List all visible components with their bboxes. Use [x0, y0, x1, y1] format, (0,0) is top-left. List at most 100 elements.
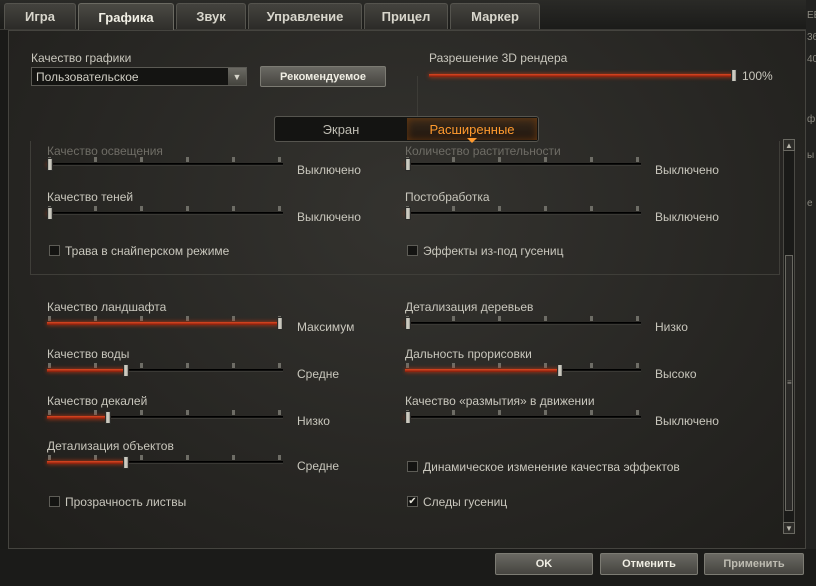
slider-fill	[47, 322, 280, 325]
subtab-screen[interactable]: Экран	[276, 118, 406, 140]
slider-tick	[48, 316, 51, 321]
slider-tick	[452, 316, 455, 321]
track-marks-label: Следы гусениц	[423, 495, 508, 509]
foliage-transparency-checkbox[interactable]	[49, 496, 60, 507]
slider-tick	[278, 363, 281, 368]
slider-thumb[interactable]	[405, 411, 411, 424]
slider-thumb[interactable]	[557, 364, 563, 377]
tab-marker[interactable]: Маркер	[450, 3, 540, 29]
vegetation-amount-slider[interactable]	[405, 157, 641, 171]
graphics-quality-select[interactable]: Пользовательское ▼	[31, 67, 247, 86]
slider-thumb[interactable]	[123, 364, 129, 377]
grass-sniper-checkbox[interactable]	[49, 245, 60, 256]
track-effects-label: Эффекты из-под гусениц	[423, 244, 564, 258]
vegetation-amount-label: Количество растительности	[405, 144, 561, 158]
slider-thumb[interactable]	[47, 207, 53, 220]
water-quality-value: Средне	[297, 367, 340, 381]
slider-tick	[278, 206, 281, 211]
slider-thumb[interactable]	[405, 207, 411, 220]
vegetation-amount-value: Выключено	[655, 163, 719, 177]
ok-button[interactable]: OK	[495, 553, 593, 575]
slider-tick	[186, 206, 189, 211]
grass-sniper-label: Трава в снайперском режиме	[65, 244, 230, 258]
tab-sound[interactable]: Звук	[176, 3, 246, 29]
water-quality-slider[interactable]	[47, 363, 283, 377]
slider-thumb[interactable]	[405, 317, 411, 330]
slider-thumb[interactable]	[731, 69, 737, 82]
slider-tick	[590, 363, 593, 368]
subtab-advanced[interactable]: Расширенные	[407, 118, 537, 140]
graphics-settings-panel: Качество графики Пользовательское ▼ Реко…	[8, 30, 806, 549]
shadow-quality-slider[interactable]	[47, 206, 283, 220]
tree-detail-slider[interactable]	[405, 316, 641, 330]
terrain-quality-value: Максимум	[297, 320, 355, 334]
water-quality-label: Качество воды	[47, 347, 130, 361]
slider-tick	[498, 316, 501, 321]
slider-thumb[interactable]	[105, 411, 111, 424]
slider-tick	[636, 157, 639, 162]
motion-blur-slider[interactable]	[405, 410, 641, 424]
slider-tick	[48, 410, 51, 415]
motion-blur-label: Качество «размытия» в движении	[405, 394, 595, 408]
slider-tick	[636, 363, 639, 368]
lighting-quality-slider[interactable]	[47, 157, 283, 171]
slider-tick	[94, 410, 97, 415]
motion-blur-value: Выключено	[655, 414, 719, 428]
lighting-quality-value: Выключено	[297, 163, 361, 177]
slider-thumb[interactable]	[47, 158, 53, 171]
slider-tick	[452, 157, 455, 162]
slider-tick	[140, 410, 143, 415]
tab-graphics[interactable]: Графика	[78, 3, 174, 31]
slider-tick	[94, 455, 97, 460]
dialog-footer: OK Отменить Применить	[0, 549, 816, 586]
tab-crosshair[interactable]: Прицел	[364, 3, 448, 29]
scroll-down-icon[interactable]: ▼	[783, 522, 795, 534]
postprocessing-value: Выключено	[655, 210, 719, 224]
slider-thumb[interactable]	[277, 317, 283, 330]
slider-tick	[232, 363, 235, 368]
background-edge: ЕЕ 36 40 ф ы е	[806, 0, 816, 586]
decal-quality-slider[interactable]	[47, 410, 283, 424]
shadow-quality-label: Качество теней	[47, 190, 134, 204]
track-marks-checkbox[interactable]: ✔	[407, 496, 418, 507]
slider-tick	[186, 455, 189, 460]
slider-tick	[186, 410, 189, 415]
slider-tick	[232, 206, 235, 211]
scrollbar-thumb[interactable]: ≡	[785, 255, 793, 511]
terrain-quality-slider[interactable]	[47, 316, 283, 330]
graphics-subtabs: Экран Расширенные	[274, 116, 539, 142]
slider-tick	[278, 157, 281, 162]
lighting-quality-label: Качество освещения	[47, 144, 163, 158]
dropdown-arrow-icon[interactable]: ▼	[228, 68, 246, 85]
dynamic-effects-checkbox[interactable]	[407, 461, 418, 472]
tab-game[interactable]: Игра	[4, 3, 76, 29]
slider-tick	[452, 410, 455, 415]
slider-tick	[140, 316, 143, 321]
slider-thumb[interactable]	[405, 158, 411, 171]
slider-tick	[498, 363, 501, 368]
object-detail-slider[interactable]	[47, 455, 283, 469]
settings-scrollbar[interactable]: ▲ ≡ ▼	[783, 139, 795, 534]
tab-controls[interactable]: Управление	[248, 3, 362, 29]
slider-track	[405, 163, 641, 166]
render-resolution-slider[interactable]	[429, 68, 737, 82]
slider-tick	[590, 206, 593, 211]
cancel-button[interactable]: Отменить	[600, 553, 698, 575]
track-effects-checkbox[interactable]	[407, 245, 418, 256]
postprocessing-slider[interactable]	[405, 206, 641, 220]
slider-tick	[406, 363, 409, 368]
slider-tick	[544, 316, 547, 321]
slider-fill	[429, 74, 734, 77]
slider-tick	[498, 206, 501, 211]
slider-tick	[94, 363, 97, 368]
draw-distance-slider[interactable]	[405, 363, 641, 377]
edge-text: е	[807, 198, 813, 209]
slider-tick	[590, 316, 593, 321]
scroll-up-icon[interactable]: ▲	[783, 139, 795, 151]
recommended-button[interactable]: Рекомендуемое	[260, 66, 386, 87]
slider-tick	[48, 455, 51, 460]
graphics-quality-label: Качество графики	[31, 51, 132, 65]
slider-tick	[498, 410, 501, 415]
apply-button[interactable]: Применить	[704, 553, 804, 575]
slider-thumb[interactable]	[123, 456, 129, 469]
